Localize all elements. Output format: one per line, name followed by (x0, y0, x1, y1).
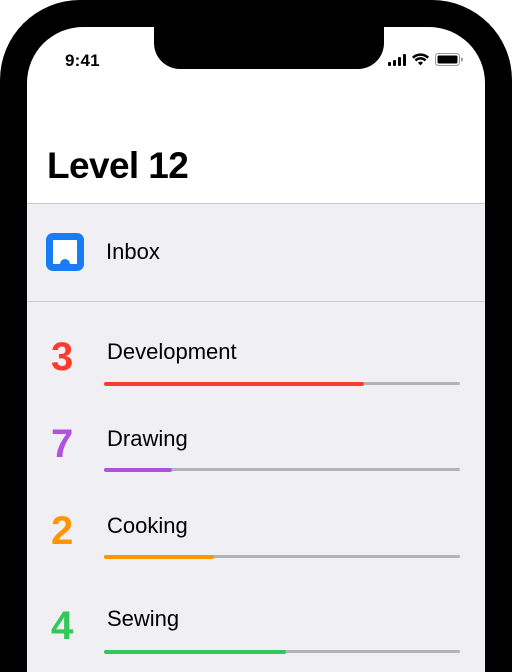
device-notch (154, 27, 384, 69)
skill-progress-track (104, 381, 460, 386)
skill-level-number: 3 (51, 335, 74, 379)
skill-level-number: 7 (51, 422, 74, 466)
skill-progress-fill (104, 381, 364, 386)
wifi-icon (412, 53, 429, 66)
skill-progress-fill (104, 554, 215, 559)
skill-progress-fill (104, 649, 286, 654)
skill-level-number: 4 (51, 604, 74, 648)
screen: 9:41 Level 12 Inbox 3 Development 7 Draw… (27, 27, 485, 672)
cellular-signal-icon (388, 53, 406, 66)
skill-name: Cooking (107, 513, 188, 538)
battery-icon (435, 53, 463, 66)
status-time: 9:41 (65, 51, 100, 70)
inbox-icon (46, 233, 84, 276)
inbox-label: Inbox (106, 239, 160, 264)
status-icons (388, 53, 463, 66)
skill-progress-track (104, 649, 460, 654)
skill-progress-track (104, 554, 460, 559)
content-area: Inbox 3 Development 7 Drawing 2 Cooking 4 Sewin… (27, 203, 485, 672)
skill-progress-track (104, 467, 460, 472)
skill-row[interactable]: 7 Drawing (27, 422, 485, 504)
device-frame: 9:41 Level 12 Inbox 3 Development 7 Draw… (0, 0, 512, 672)
page-title: Level 12 (47, 145, 189, 186)
skill-row[interactable]: 3 Development (27, 335, 485, 417)
inbox-row[interactable]: Inbox (27, 204, 485, 302)
skill-name: Sewing (107, 606, 180, 631)
skill-level-number: 2 (51, 509, 74, 553)
skill-progress-fill (104, 467, 172, 472)
skill-name: Development (107, 339, 237, 364)
skill-row[interactable]: 4 Sewing (27, 604, 485, 672)
skill-row[interactable]: 2 Cooking (27, 509, 485, 591)
skill-name: Drawing (107, 426, 188, 451)
